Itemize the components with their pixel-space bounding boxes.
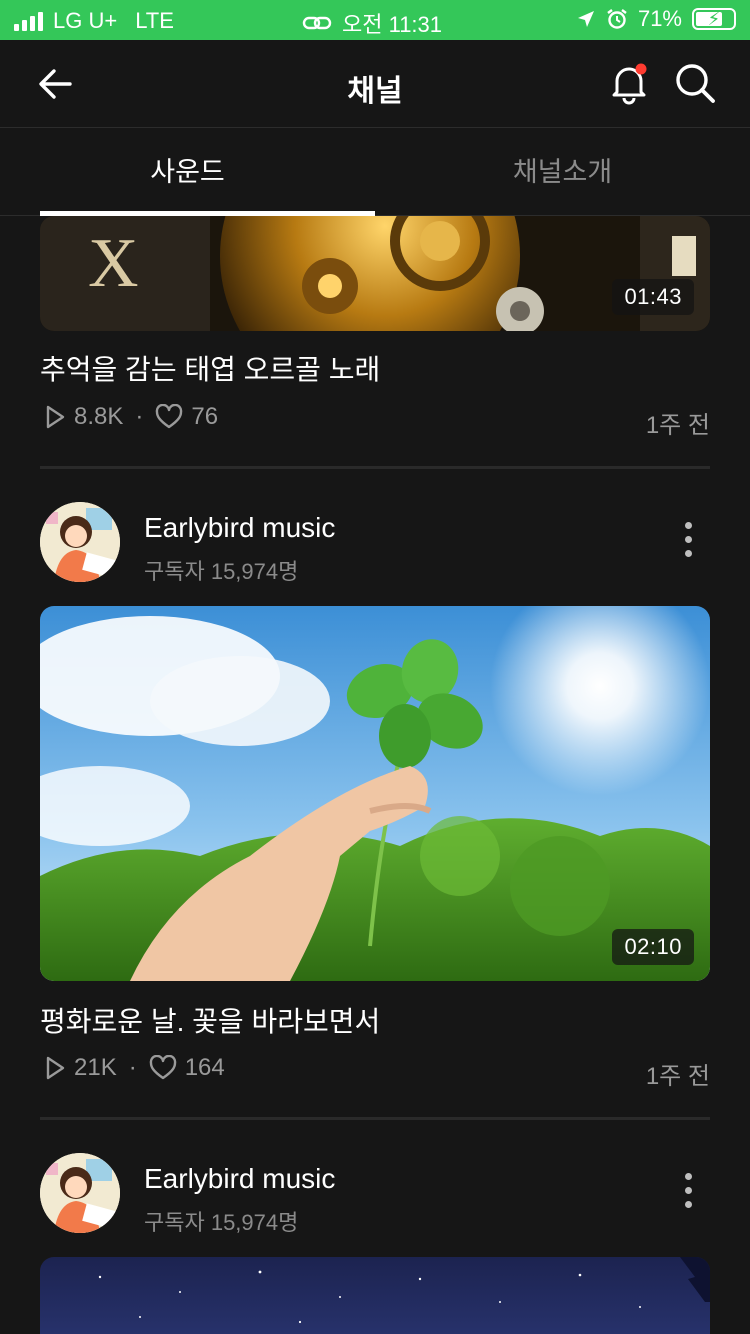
sound-stats: 8.8K · 76 bbox=[44, 403, 218, 431]
signal-icon bbox=[14, 11, 43, 31]
sound-thumbnail[interactable]: X 01:43 bbox=[40, 216, 710, 331]
channel-name[interactable]: Earlybird music bbox=[144, 1163, 335, 1195]
clockwork-image: X bbox=[40, 216, 710, 331]
like-count: 76 bbox=[191, 403, 219, 430]
search-icon[interactable] bbox=[672, 60, 718, 106]
status-bar: LG U+ LTE 오전 11:31 71% ⚡ bbox=[0, 0, 750, 40]
tab-channel-info[interactable]: 채널소개 bbox=[375, 129, 750, 216]
channel-avatar[interactable] bbox=[40, 502, 120, 582]
divider bbox=[40, 1117, 710, 1120]
channel-avatar[interactable] bbox=[40, 1153, 120, 1233]
sound-feed: X 01:43 추억을 감는 태엽 오르골 노래 8.8K · 76 1주 전 bbox=[0, 216, 750, 1334]
alarm-icon bbox=[607, 9, 627, 29]
posted-time: 1주 전 bbox=[645, 1063, 710, 1090]
tab-sound[interactable]: 사운드 bbox=[0, 129, 375, 216]
notification-bell-icon[interactable] bbox=[606, 60, 652, 106]
play-count: 21K bbox=[74, 1054, 117, 1081]
top-nav: 채널 bbox=[0, 40, 750, 128]
sound-thumbnail[interactable]: 02:10 bbox=[40, 606, 710, 981]
clock: 오전 11:31 bbox=[342, 12, 443, 37]
battery-icon: ⚡ bbox=[692, 8, 736, 30]
carrier-info: LG U+ LTE bbox=[14, 8, 174, 34]
link-icon bbox=[302, 16, 332, 30]
play-icon bbox=[46, 405, 65, 429]
clover-image bbox=[40, 606, 710, 981]
stat-separator: · bbox=[128, 1054, 137, 1081]
network-type: LTE bbox=[135, 8, 174, 33]
channel-row[interactable]: Earlybird music 구독자 15,974명 bbox=[40, 502, 710, 584]
play-count: 8.8K bbox=[74, 403, 124, 430]
sound-thumbnail[interactable] bbox=[40, 1257, 710, 1334]
duration-badge: 02:10 bbox=[612, 929, 694, 965]
svg-text:X: X bbox=[88, 225, 139, 302]
subscriber-count: 구독자 15,974명 bbox=[144, 559, 299, 584]
more-options-icon[interactable] bbox=[680, 522, 696, 562]
more-options-icon[interactable] bbox=[680, 1173, 696, 1213]
stat-separator: · bbox=[135, 403, 144, 430]
heart-icon[interactable] bbox=[149, 1055, 177, 1081]
status-center: 오전 11:31 bbox=[302, 7, 442, 39]
posted-time: 1주 전 bbox=[645, 412, 710, 439]
play-icon bbox=[46, 1056, 65, 1080]
channel-row[interactable]: Earlybird music 구독자 15,974명 bbox=[40, 1153, 710, 1235]
divider bbox=[40, 466, 710, 469]
sound-title[interactable]: 평화로운 날. 꽃을 바라보면서 bbox=[40, 1000, 380, 1040]
tab-bar: 사운드 채널소개 bbox=[0, 129, 750, 216]
sound-stats: 21K · 164 bbox=[44, 1054, 225, 1082]
location-arrow-icon bbox=[577, 11, 594, 27]
channel-name[interactable]: Earlybird music bbox=[144, 512, 335, 544]
carrier-name: LG U+ bbox=[53, 8, 118, 33]
battery-percent: 71% bbox=[637, 6, 682, 31]
heart-icon[interactable] bbox=[155, 404, 183, 430]
like-count: 164 bbox=[184, 1054, 225, 1081]
status-right: 71% ⚡ bbox=[576, 6, 736, 32]
night-sky-image bbox=[40, 1257, 710, 1334]
duration-badge: 01:43 bbox=[612, 279, 694, 315]
subscriber-count: 구독자 15,974명 bbox=[144, 1210, 299, 1235]
notification-dot bbox=[635, 63, 647, 75]
sound-title[interactable]: 추억을 감는 태엽 오르골 노래 bbox=[40, 348, 380, 388]
